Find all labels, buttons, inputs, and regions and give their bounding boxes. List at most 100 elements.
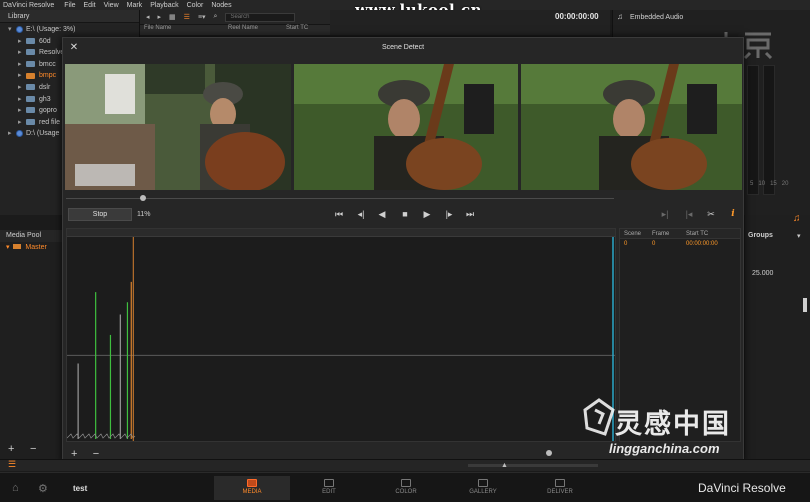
- folder-icon: [26, 72, 35, 79]
- page-tab-color[interactable]: COLOR: [368, 476, 444, 500]
- library-folder[interactable]: ▸ Resolve: [18, 47, 64, 58]
- chevron-right-icon[interactable]: ▸: [18, 82, 26, 93]
- music-note-icon[interactable]: ♫: [793, 213, 801, 224]
- home-icon[interactable]: ⌂: [12, 482, 19, 494]
- master-bin-label: Master: [25, 244, 47, 251]
- library-drive[interactable]: ▾ E:\ (Usage: 3%): [8, 24, 75, 35]
- stop-button[interactable]: Stop: [68, 208, 132, 221]
- pool-add-button[interactable]: +: [8, 443, 14, 455]
- library-folder[interactable]: ▸ gopro: [18, 105, 57, 116]
- col-file-name[interactable]: File Name: [140, 25, 224, 35]
- back-icon[interactable]: ◂: [146, 13, 150, 21]
- col-frame[interactable]: Frame: [652, 229, 686, 238]
- library-item-label: 60d: [39, 37, 51, 45]
- library-folder[interactable]: ▸ bmpc: [18, 70, 56, 81]
- col-start-tc[interactable]: Start TC: [686, 229, 708, 238]
- library-folder[interactable]: ▸ red file: [18, 117, 60, 128]
- menu-edit[interactable]: Edit: [84, 2, 96, 9]
- close-icon[interactable]: ✕: [68, 42, 80, 54]
- cut-icon[interactable]: ✂: [705, 209, 717, 219]
- scene-thumbnail-previous: [65, 64, 291, 190]
- page-tab-label: DELIVER: [547, 489, 573, 495]
- menu-playback[interactable]: Playback: [150, 2, 178, 9]
- folder-icon: [26, 107, 35, 114]
- scene-list-row[interactable]: 0 0 00:00:00:00: [620, 239, 740, 249]
- step-back-icon[interactable]: ◂|: [355, 209, 367, 219]
- list-view-icon[interactable]: ☰: [184, 13, 190, 21]
- play-reverse-icon[interactable]: ◀: [376, 209, 388, 219]
- library-folder[interactable]: ▸ gh3: [18, 94, 51, 105]
- next-cut-icon[interactable]: ▸|: [659, 209, 671, 219]
- scrub-bar[interactable]: [66, 198, 614, 199]
- master-bin[interactable]: ▾ Master: [6, 243, 47, 251]
- audio-title: Embedded Audio: [630, 14, 684, 21]
- library-folder[interactable]: ▸ 60d: [18, 36, 51, 47]
- library-item-label: D:\ (Usage: [26, 130, 60, 138]
- info-icon[interactable]: i: [727, 209, 739, 219]
- jump-start-icon[interactable]: ⏮: [333, 209, 345, 219]
- library-item-label: red file: [39, 118, 61, 126]
- menu-file[interactable]: File: [64, 2, 75, 9]
- app-title: DaVinci Resolve: [3, 1, 55, 9]
- col-start-tc[interactable]: Start TC: [282, 25, 308, 35]
- library-item-label: gopro: [39, 107, 57, 115]
- sort-icon[interactable]: ≡▾: [198, 13, 206, 21]
- brand-label: DaVinci Resolve: [698, 481, 786, 495]
- watermark-mark: [583, 398, 615, 436]
- page-tab-deliver[interactable]: DELIVER: [522, 476, 598, 500]
- library-folder[interactable]: ▸ bmcc: [18, 59, 56, 70]
- chevron-right-icon[interactable]: ▸: [18, 70, 26, 81]
- browser-toolbar: ◂ ▸ ▦ ☰ ≡▾ ⌕: [140, 10, 330, 25]
- music-note-icon: ♫: [617, 12, 623, 21]
- menu-color[interactable]: Color: [187, 2, 204, 9]
- page-tab-label: EDIT: [322, 489, 336, 495]
- color-page-icon: [401, 479, 411, 487]
- chevron-right-icon[interactable]: ▸: [18, 105, 26, 116]
- stop-icon[interactable]: ■: [399, 209, 411, 219]
- chevron-down-icon[interactable]: ▾: [797, 232, 801, 240]
- play-icon[interactable]: ▶: [421, 209, 433, 219]
- groups-panel: [745, 215, 810, 460]
- groups-scrollbar[interactable]: [803, 298, 807, 312]
- folder-icon: [26, 95, 35, 102]
- zoom-slider-handle[interactable]: ▲: [501, 462, 508, 469]
- edit-page-icon: [324, 479, 334, 487]
- forward-icon[interactable]: ▸: [158, 13, 162, 21]
- menu-mark[interactable]: Mark: [127, 2, 143, 9]
- menu-nodes[interactable]: Nodes: [211, 2, 231, 9]
- gear-icon[interactable]: ⚙: [38, 482, 48, 495]
- menu-view[interactable]: View: [104, 2, 119, 9]
- page-tab-edit[interactable]: EDIT: [291, 476, 367, 500]
- library-drive[interactable]: ▸ D:\ (Usage: [8, 128, 59, 139]
- folder-icon: [13, 244, 22, 249]
- search-icon: ⌕: [213, 13, 218, 20]
- jump-end-icon[interactable]: ⏭: [464, 209, 476, 219]
- list-icon[interactable]: ☰: [8, 459, 16, 470]
- pool-remove-button[interactable]: −: [30, 443, 36, 455]
- media-pool-panel: Media Pool: [0, 230, 62, 460]
- search-input[interactable]: [225, 12, 296, 22]
- zoom-slider[interactable]: [468, 464, 598, 467]
- groups-value: 25.000: [752, 270, 774, 277]
- step-forward-icon[interactable]: |▸: [443, 209, 455, 219]
- scrub-handle[interactable]: [140, 195, 146, 201]
- chevron-right-icon[interactable]: ▸: [18, 36, 26, 47]
- col-reel-name[interactable]: Reel Name: [224, 25, 282, 35]
- page-tab-gallery[interactable]: GALLERY: [445, 476, 521, 500]
- page-tab-media[interactable]: MEDIA: [214, 476, 290, 500]
- media-pool-title: Media Pool: [0, 230, 62, 242]
- chevron-right-icon[interactable]: ▸: [8, 128, 16, 139]
- chevron-right-icon[interactable]: ▸: [18, 47, 26, 58]
- graph-zoom-handle[interactable]: [546, 450, 552, 456]
- thumbnail-view-icon[interactable]: ▦: [169, 13, 176, 21]
- chevron-down-icon[interactable]: ▾: [8, 24, 16, 35]
- chevron-right-icon[interactable]: ▸: [18, 117, 26, 128]
- col-scene[interactable]: Scene: [620, 229, 652, 238]
- library-folder[interactable]: ▸ dslr: [18, 82, 50, 93]
- chevron-right-icon[interactable]: ▸: [18, 94, 26, 105]
- folder-icon: [26, 37, 35, 44]
- prev-cut-icon[interactable]: |◂: [683, 209, 695, 219]
- chevron-right-icon[interactable]: ▸: [18, 59, 26, 70]
- library-item-label: Resolve: [39, 49, 65, 57]
- scene-cut-graph[interactable]: [66, 228, 616, 442]
